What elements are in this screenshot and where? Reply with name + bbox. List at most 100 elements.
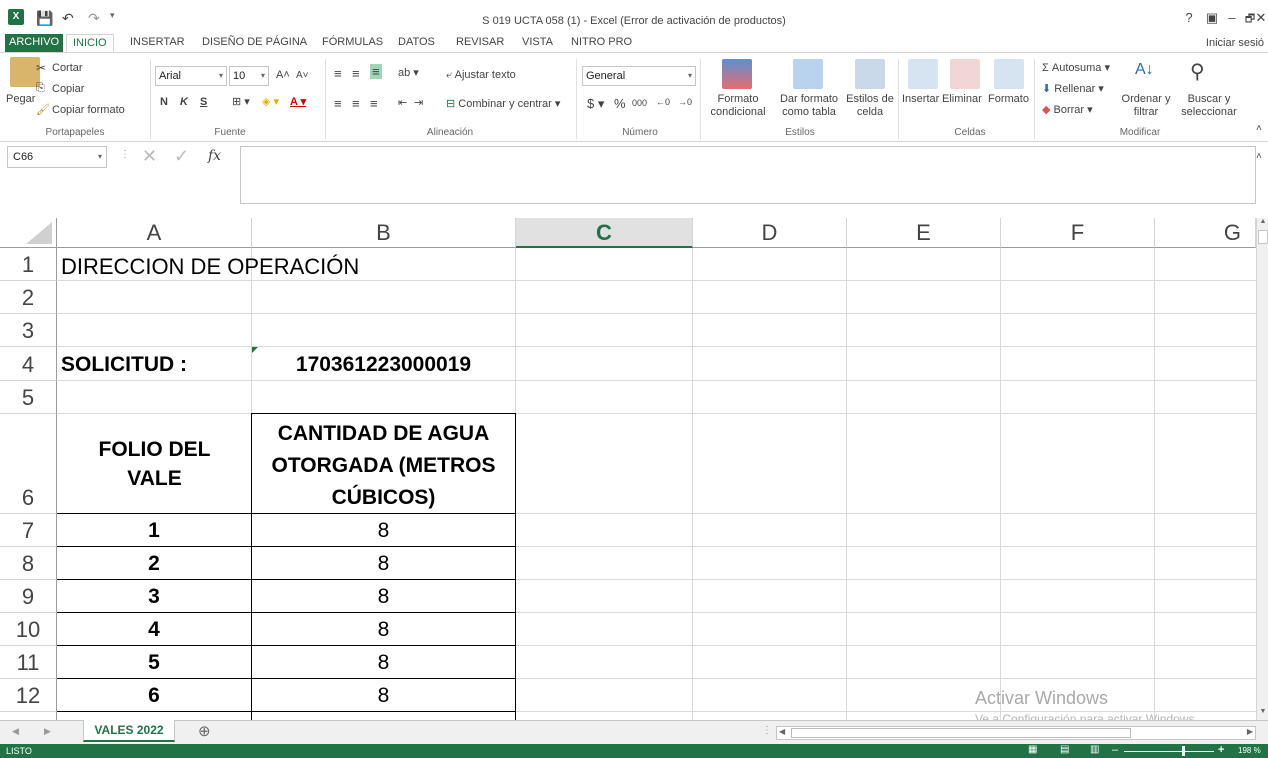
tab-datos[interactable]: DATOS <box>392 34 441 52</box>
fill-color-icon[interactable]: ◈ ▾ <box>262 95 279 108</box>
cell-b12[interactable]: 8 <box>252 684 515 708</box>
row-header-11[interactable]: 11 <box>0 646 57 679</box>
row-header-4[interactable]: 4 <box>0 347 57 381</box>
delete-cells-button[interactable]: Eliminar <box>942 93 982 105</box>
cell-b4[interactable]: 170361223000019 <box>252 353 515 377</box>
cell-a4[interactable]: SOLICITUD : <box>61 353 187 377</box>
split-handle-icon[interactable]: ⋮ <box>762 725 772 736</box>
spreadsheet-grid[interactable]: A B C D E F G 1 2 3 4 5 6 7 8 9 10 11 12… <box>0 218 1256 720</box>
cell-b11[interactable]: 8 <box>252 651 515 675</box>
align-right-icon[interactable]: ≡ <box>370 96 378 111</box>
enter-icon[interactable]: ✓ <box>174 146 189 167</box>
insert-function-button[interactable]: fx <box>208 148 221 164</box>
scroll-up-icon[interactable]: ▲ <box>1258 218 1268 230</box>
row-header-9[interactable]: 9 <box>0 580 57 613</box>
cell-styles-button[interactable]: Estilos de celda <box>844 93 896 119</box>
zoom-in-button[interactable]: + <box>1218 744 1224 756</box>
increase-decimal-icon[interactable]: ←0 <box>656 97 670 107</box>
row-header-5[interactable]: 5 <box>0 381 57 414</box>
close-button[interactable]: ✕ <box>1252 10 1268 26</box>
prev-sheet-icon[interactable]: ◀ <box>12 726 19 737</box>
borders-icon[interactable]: ⊞ ▾ <box>232 95 250 108</box>
cell-b7[interactable]: 8 <box>252 519 515 543</box>
autosum-button[interactable]: Σ Autosuma ▾ <box>1042 61 1110 74</box>
cell-a11[interactable]: 5 <box>57 651 251 675</box>
collapse-ribbon-icon[interactable]: ˄ <box>1256 123 1262 134</box>
column-header-g[interactable]: G <box>1155 218 1256 248</box>
horizontal-scroll-thumb[interactable] <box>791 728 1131 738</box>
sort-filter-button[interactable]: Ordenar y filtrar <box>1120 93 1172 119</box>
decrease-font-icon[interactable]: A˅ <box>296 70 309 81</box>
zoom-slider-track[interactable] <box>1124 751 1214 752</box>
minimize-button[interactable]: – <box>1223 10 1241 25</box>
tab-vista[interactable]: VISTA <box>516 34 559 52</box>
format-cells-button[interactable]: Formato <box>988 93 1029 105</box>
help-button[interactable]: ? <box>1180 10 1198 25</box>
sign-in-link[interactable]: Iniciar sesió <box>1206 37 1264 49</box>
merge-center-button[interactable]: ⊟ Combinar y centrar ▾ <box>446 97 560 110</box>
row-header-13[interactable]: 13 <box>0 712 57 720</box>
row-header-10[interactable]: 10 <box>0 613 57 646</box>
column-header-a[interactable]: A <box>57 218 252 248</box>
cell-b6[interactable]: CANTIDAD DE AGUA OTORGADA (METROS CÚBICO… <box>252 418 515 514</box>
scroll-down-icon[interactable]: ▼ <box>1258 708 1268 720</box>
copy-button[interactable]: Copiar <box>52 83 84 95</box>
column-header-d[interactable]: D <box>693 218 847 248</box>
decrease-decimal-icon[interactable]: →0 <box>678 97 692 107</box>
cell-a8[interactable]: 2 <box>57 552 251 576</box>
column-header-e[interactable]: E <box>847 218 1001 248</box>
find-select-button[interactable]: Buscar y seleccionar <box>1176 93 1242 119</box>
row-header-1[interactable]: 1 <box>0 248 57 281</box>
column-header-b[interactable]: B <box>252 218 516 248</box>
vertical-scroll-thumb[interactable] <box>1258 230 1268 244</box>
horizontal-scrollbar[interactable]: ◀ ▶ <box>776 726 1256 740</box>
page-break-view-icon[interactable]: ▥ <box>1090 744 1099 755</box>
formula-input[interactable] <box>240 146 1256 204</box>
sheet-tab-vales-2022[interactable]: VALES 2022 <box>83 720 175 742</box>
tab-inicio[interactable]: INICIO <box>66 34 114 52</box>
conditional-format-button[interactable]: Formato condicional <box>703 93 773 119</box>
tab-revisar[interactable]: REVISAR <box>450 34 510 52</box>
underline-button[interactable]: S <box>200 96 207 108</box>
tab-nitro-pro[interactable]: NITRO PRO <box>565 34 638 52</box>
format-as-table-button[interactable]: Dar formato como tabla <box>776 93 842 119</box>
cell-a6[interactable]: FOLIO DEL VALE <box>72 435 237 493</box>
cell-a12[interactable]: 6 <box>57 684 251 708</box>
row-header-7[interactable]: 7 <box>0 514 57 547</box>
align-bottom-icon[interactable]: ≡ <box>370 64 382 79</box>
percent-button[interactable]: % <box>614 96 626 111</box>
cancel-icon[interactable]: ✕ <box>142 146 157 167</box>
zoom-level[interactable]: 198 % <box>1238 746 1261 755</box>
tab-insertar[interactable]: INSERTAR <box>124 34 191 52</box>
row-header-3[interactable]: 3 <box>0 314 57 347</box>
scroll-right-icon[interactable]: ▶ <box>1247 727 1253 736</box>
thousands-button[interactable]: 000 <box>632 98 647 108</box>
normal-view-icon[interactable]: ▦ <box>1028 744 1037 755</box>
scroll-left-icon[interactable]: ◀ <box>779 727 785 736</box>
next-sheet-icon[interactable]: ▶ <box>44 726 51 737</box>
insert-cells-button[interactable]: Insertar <box>902 93 939 105</box>
fill-button[interactable]: ⬇ Rellenar ▾ <box>1042 82 1104 95</box>
cell-b10[interactable]: 8 <box>252 618 515 642</box>
align-top-icon[interactable]: ≡ <box>334 66 342 81</box>
wrap-text-button[interactable]: ⤶ Ajustar texto <box>446 69 516 82</box>
cell-a10[interactable]: 4 <box>57 618 251 642</box>
cell-a1[interactable]: DIRECCION DE OPERACIÓN <box>61 254 359 280</box>
increase-indent-icon[interactable]: ⇥ <box>414 96 423 109</box>
ribbon-display-options-icon[interactable]: ▣ <box>1203 10 1221 26</box>
tab-archivo[interactable]: ARCHIVO <box>5 34 64 52</box>
cell-a7[interactable]: 1 <box>57 519 251 543</box>
decrease-indent-icon[interactable]: ⇤ <box>398 96 407 109</box>
bold-button[interactable]: N <box>160 96 168 108</box>
cell-a9[interactable]: 3 <box>57 585 251 609</box>
align-left-icon[interactable]: ≡ <box>334 96 342 111</box>
clear-button[interactable]: ◆ Borrar ▾ <box>1042 103 1093 116</box>
align-middle-icon[interactable]: ≡ <box>352 66 360 81</box>
row-header-2[interactable]: 2 <box>0 281 57 314</box>
number-format-select[interactable]: General ▾ <box>582 66 696 86</box>
font-name-select[interactable]: Arial ▾ <box>155 66 227 86</box>
orientation-icon[interactable]: ab ▾ <box>398 66 419 79</box>
font-size-select[interactable]: 10 ▾ <box>229 66 269 86</box>
row-header-12[interactable]: 12 <box>0 679 57 712</box>
cut-button[interactable]: Cortar <box>52 62 83 74</box>
